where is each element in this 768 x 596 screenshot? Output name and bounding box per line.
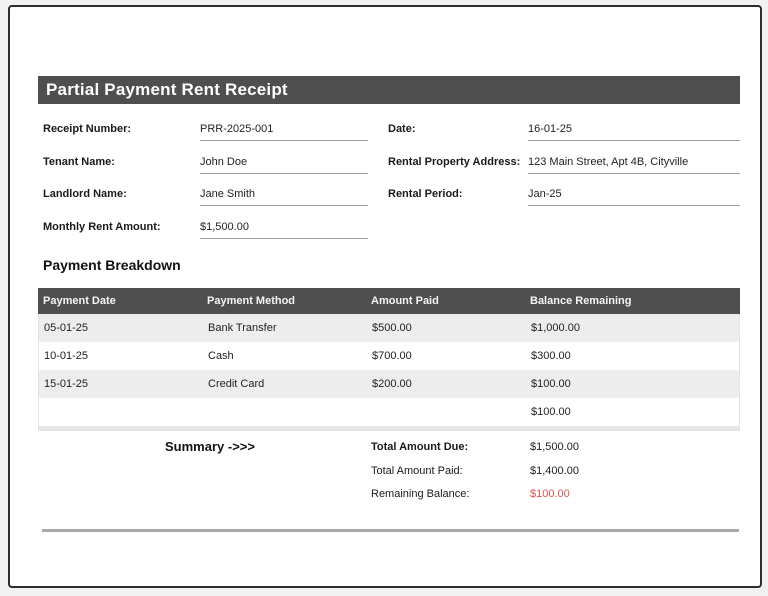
property-address-label: Rental Property Address: (388, 156, 521, 168)
payment-breakdown-heading: Payment Breakdown (43, 257, 181, 273)
monthly-rent-field[interactable]: $1,500.00 (200, 221, 368, 239)
col-header-payment-method: Payment Method (207, 295, 296, 307)
date-label: Date: (388, 123, 416, 135)
cell-amount-paid[interactable]: $500.00 (372, 322, 531, 334)
cell-payment-method[interactable]: Credit Card (208, 378, 372, 390)
cell-amount-paid[interactable]: $200.00 (372, 378, 531, 390)
total-paid-label: Total Amount Paid: (371, 465, 463, 477)
cell-balance-remaining[interactable]: $100.00 (531, 406, 739, 418)
table-row: 15-01-25 Credit Card $200.00 $100.00 (38, 370, 740, 398)
cell-payment-date[interactable]: 05-01-25 (44, 322, 208, 334)
landlord-name-field[interactable]: Jane Smith (200, 188, 368, 206)
date-field[interactable]: 16-01-25 (528, 123, 740, 141)
receipt-page: Partial Payment Rent Receipt Receipt Num… (0, 0, 768, 596)
cell-balance-remaining[interactable]: $300.00 (531, 350, 739, 362)
col-header-payment-date: Payment Date (43, 295, 116, 307)
table-row: $100.00 (38, 398, 740, 426)
landlord-name-label: Landlord Name: (43, 188, 127, 200)
bottom-divider (42, 529, 739, 532)
payment-table: Payment Date Payment Method Amount Paid … (38, 288, 740, 431)
cell-amount-paid[interactable]: $700.00 (372, 350, 531, 362)
table-row: 10-01-25 Cash $700.00 $300.00 (38, 342, 740, 370)
total-paid-value: $1,400.00 (530, 465, 579, 477)
cell-payment-date[interactable]: 15-01-25 (44, 378, 208, 390)
cell-balance-remaining[interactable]: $100.00 (531, 378, 739, 390)
page-title: Partial Payment Rent Receipt (46, 80, 288, 99)
cell-payment-method[interactable]: Cash (208, 350, 372, 362)
cell-payment-method[interactable]: Bank Transfer (208, 322, 372, 334)
monthly-rent-label: Monthly Rent Amount: (43, 221, 161, 233)
rental-period-label: Rental Period: (388, 188, 463, 200)
tenant-name-field[interactable]: John Doe (200, 156, 368, 174)
cell-balance-remaining[interactable]: $1,000.00 (531, 322, 739, 334)
title-bar: Partial Payment Rent Receipt (38, 76, 740, 104)
remaining-balance-value: $100.00 (530, 488, 570, 500)
table-bottom-strip (38, 426, 740, 431)
tenant-name-label: Tenant Name: (43, 156, 115, 168)
summary-heading: Summary ->>> (165, 439, 255, 454)
col-header-balance-remaining: Balance Remaining (530, 295, 632, 307)
cell-payment-date[interactable]: 10-01-25 (44, 350, 208, 362)
rental-period-field[interactable]: Jan-25 (528, 188, 740, 206)
total-due-label: Total Amount Due: (371, 441, 469, 453)
total-due-value: $1,500.00 (530, 441, 579, 453)
receipt-number-label: Receipt Number: (43, 123, 132, 135)
receipt-number-field[interactable]: PRR-2025-001 (200, 123, 368, 141)
property-address-field[interactable]: 123 Main Street, Apt 4B, Cityville (528, 156, 740, 174)
col-header-amount-paid: Amount Paid (371, 295, 439, 307)
payment-table-header: Payment Date Payment Method Amount Paid … (38, 288, 740, 314)
remaining-balance-label: Remaining Balance: (371, 488, 470, 500)
table-row: 05-01-25 Bank Transfer $500.00 $1,000.00 (38, 314, 740, 342)
